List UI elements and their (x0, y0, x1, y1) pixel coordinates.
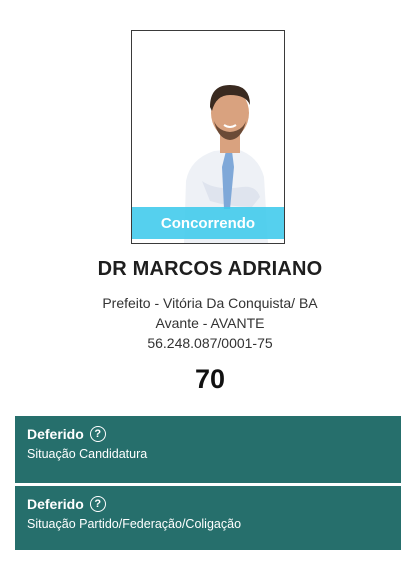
candidate-number: 70 (194, 364, 226, 394)
card-subtitle: Situação Candidatura (27, 447, 148, 461)
cnpj-number: 56.248.087/0001-75 (147, 335, 273, 351)
office-location: Prefeito - Vitória Da Conquista/ BA (102, 295, 318, 311)
help-circle-icon[interactable]: ? (89, 426, 106, 442)
party-status-card: Deferido ? Situação Partido/Federação/Co… (15, 486, 401, 550)
card-title: Deferido (27, 496, 84, 512)
status-banner: Concorrendo (132, 207, 284, 239)
card-subtitle: Situação Partido/Federação/Coligação (27, 517, 242, 531)
help-circle-icon[interactable]: ? (89, 496, 106, 512)
candidate-photo: Concorrendo (131, 30, 285, 244)
candidacy-status-card: Deferido ? Situação Candidatura (15, 416, 401, 483)
candidate-name: DR MARCOS ADRIANO (97, 258, 323, 280)
party-name: Avante - AVANTE (155, 315, 265, 331)
card-title: Deferido (27, 426, 84, 442)
